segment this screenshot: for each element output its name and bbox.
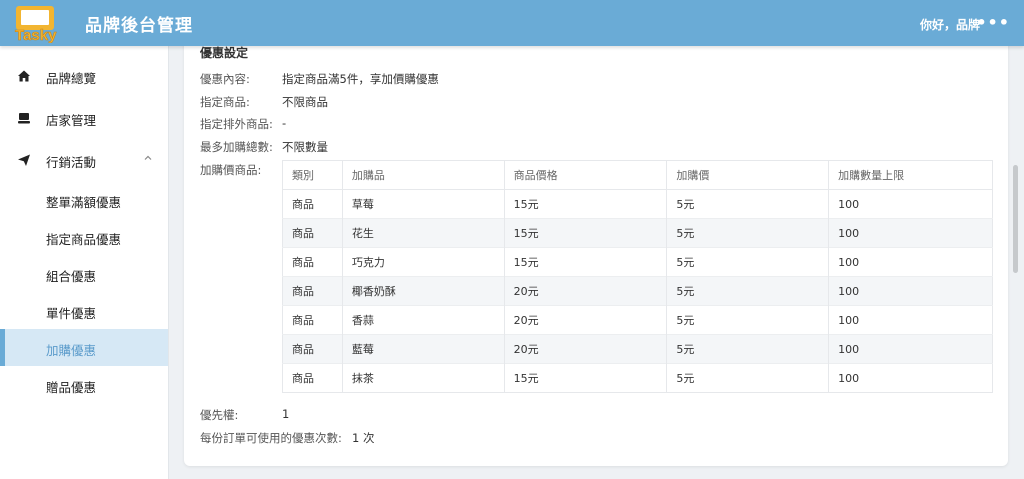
products-label: 指定商品: xyxy=(200,95,250,109)
table-header-row: 類別 加購品 商品價格 加購價 加購數量上限 xyxy=(282,160,993,190)
usage-limit-label: 每份訂單可使用的優惠次數: xyxy=(200,431,342,445)
table-cell: 100 xyxy=(828,363,993,393)
sidebar-subitem-label: 贈品優惠 xyxy=(46,380,97,395)
tasky-logo[interactable]: Tasky xyxy=(12,5,70,43)
promotion-detail-card: 優惠設定 優惠內容: 指定商品滿5件，享加價購優惠 指定商品: 不限商品 指定排… xyxy=(184,30,1008,466)
vertical-scrollbar[interactable] xyxy=(1013,165,1018,273)
sidebar-subitem-gift-discount[interactable]: 贈品優惠 xyxy=(0,366,168,403)
sidebar-item-label: 品牌總覽 xyxy=(46,71,97,86)
table-cell: 5元 xyxy=(666,334,829,364)
table-cell: 商品 xyxy=(282,218,343,248)
sidebar-subitem-label: 指定商品優惠 xyxy=(46,232,122,247)
table-cell: 商品 xyxy=(282,276,343,306)
table-header: 加購價 xyxy=(666,160,829,190)
table-cell: 100 xyxy=(828,276,993,306)
sidebar-subitem-label: 加購優惠 xyxy=(46,343,97,358)
sidebar-subitem-label: 整單滿額優惠 xyxy=(46,195,122,210)
table-cell: 100 xyxy=(828,189,993,219)
table-header: 加購品 xyxy=(341,160,505,190)
sidebar-subitem-addon-discount[interactable]: 加購優惠 xyxy=(0,329,168,366)
sidebar: 品牌總覽 店家管理 行銷活動 整單滿額優惠 指定商品優惠 組合優惠 單件優惠 加… xyxy=(0,46,169,479)
store-icon xyxy=(18,113,30,124)
section-title: 優惠設定 xyxy=(200,46,249,60)
table-cell: 20元 xyxy=(503,334,667,364)
table-header: 加購數量上限 xyxy=(828,160,993,190)
products-value: 不限商品 xyxy=(282,95,328,109)
priority-label: 優先權: xyxy=(200,408,239,422)
content-label: 優惠內容: xyxy=(200,72,250,86)
table-cell: 椰香奶酥 xyxy=(341,276,505,306)
table-row: 商品 花生 15元 5元 100 xyxy=(282,218,993,248)
svg-text:Tasky: Tasky xyxy=(15,27,57,43)
home-icon xyxy=(18,70,30,82)
table-header: 類別 xyxy=(282,160,343,190)
sidebar-subitem-product-discount[interactable]: 指定商品優惠 xyxy=(0,218,168,255)
table-cell: 100 xyxy=(828,305,993,335)
sidebar-subitem-label: 組合優惠 xyxy=(46,269,97,284)
sidebar-subitem-single-discount[interactable]: 單件優惠 xyxy=(0,292,168,329)
table-cell: 草莓 xyxy=(341,189,505,219)
max-addon-value: 不限數量 xyxy=(282,140,328,154)
sidebar-item-label: 店家管理 xyxy=(46,113,97,128)
table-cell: 5元 xyxy=(666,363,829,393)
sidebar-subitem-order-discount[interactable]: 整單滿額優惠 xyxy=(0,181,168,218)
more-menu-icon[interactable]: ••• xyxy=(976,13,1010,32)
top-header: Tasky 品牌後台管理 你好，品牌 ••• xyxy=(0,0,1024,46)
usage-limit-value: 1 次 xyxy=(352,431,375,445)
table-cell: 商品 xyxy=(282,363,343,393)
content-value: 指定商品滿5件，享加價購優惠 xyxy=(282,72,439,86)
table-cell: 抹茶 xyxy=(341,363,505,393)
table-cell: 20元 xyxy=(503,305,667,335)
sidebar-subitem-label: 單件優惠 xyxy=(46,306,97,321)
addon-products-table: 類別 加購品 商品價格 加購價 加購數量上限 商品 草莓 15元 5元 100 … xyxy=(282,160,993,393)
sidebar-item-store-management[interactable]: 店家管理 xyxy=(0,99,168,135)
table-cell: 巧克力 xyxy=(341,247,505,277)
excluded-products-label: 指定排外商品: xyxy=(200,117,273,131)
table-row: 商品 巧克力 15元 5元 100 xyxy=(282,247,993,277)
table-header: 商品價格 xyxy=(503,160,667,190)
table-row: 商品 草莓 15元 5元 100 xyxy=(282,189,993,219)
table-cell: 100 xyxy=(828,334,993,364)
table-row: 商品 藍莓 20元 5元 100 xyxy=(282,334,993,364)
user-greeting[interactable]: 你好，品牌 xyxy=(920,16,980,33)
table-cell: 商品 xyxy=(282,305,343,335)
table-cell: 商品 xyxy=(282,247,343,277)
chevron-up-icon xyxy=(144,155,152,160)
table-cell: 5元 xyxy=(666,247,829,277)
table-row: 商品 椰香奶酥 20元 5元 100 xyxy=(282,276,993,306)
table-cell: 5元 xyxy=(666,218,829,248)
table-cell: 100 xyxy=(828,218,993,248)
table-cell: 5元 xyxy=(666,189,829,219)
table-cell: 15元 xyxy=(503,247,667,277)
table-cell: 香蒜 xyxy=(341,305,505,335)
table-cell: 5元 xyxy=(666,305,829,335)
table-cell: 花生 xyxy=(341,218,505,248)
table-cell: 20元 xyxy=(503,276,667,306)
table-cell: 15元 xyxy=(503,363,667,393)
table-cell: 商品 xyxy=(282,189,343,219)
table-cell: 15元 xyxy=(503,189,667,219)
table-cell: 商品 xyxy=(282,334,343,364)
sidebar-item-marketing[interactable]: 行銷活動 xyxy=(0,141,168,177)
sidebar-item-brand-overview[interactable]: 品牌總覽 xyxy=(0,57,168,93)
send-icon xyxy=(18,154,30,166)
sidebar-item-label: 行銷活動 xyxy=(46,155,97,170)
table-row: 商品 抹茶 15元 5元 100 xyxy=(282,363,993,393)
table-cell: 15元 xyxy=(503,218,667,248)
app-title: 品牌後台管理 xyxy=(85,16,193,36)
table-cell: 5元 xyxy=(666,276,829,306)
excluded-products-value: - xyxy=(282,116,287,130)
sidebar-subitem-combo-discount[interactable]: 組合優惠 xyxy=(0,255,168,292)
priority-value: 1 xyxy=(282,407,290,421)
max-addon-label: 最多加購總數: xyxy=(200,140,273,154)
table-cell: 藍莓 xyxy=(341,334,505,364)
table-cell: 100 xyxy=(828,247,993,277)
table-row: 商品 香蒜 20元 5元 100 xyxy=(282,305,993,335)
addon-products-label: 加購價商品: xyxy=(200,163,262,177)
